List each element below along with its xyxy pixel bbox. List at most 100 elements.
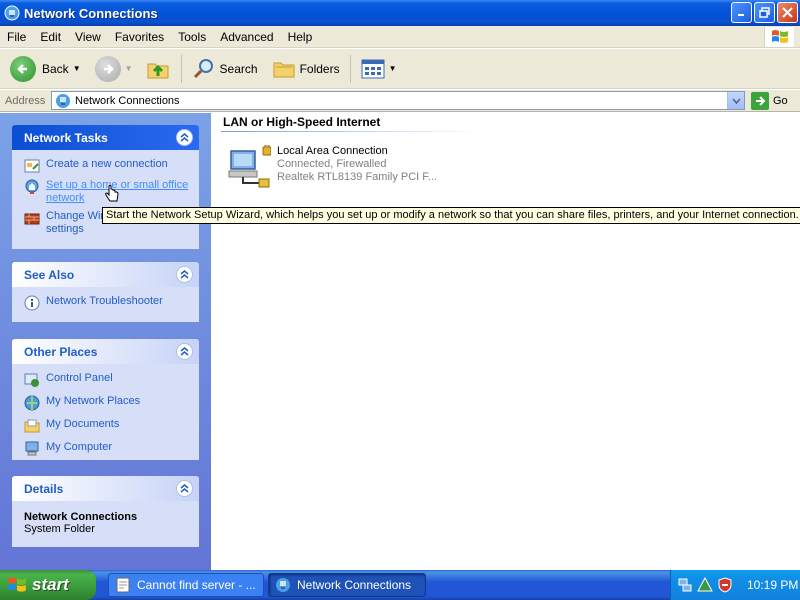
- chevron-down-icon: [731, 98, 741, 104]
- home-network-icon: [25, 179, 39, 194]
- details-header[interactable]: Details: [12, 476, 199, 501]
- back-button[interactable]: Back ▼: [6, 55, 85, 82]
- menu-tools[interactable]: Tools: [171, 30, 213, 44]
- group-header: LAN or High-Speed Internet: [223, 115, 381, 129]
- network-tasks-header[interactable]: Network Tasks: [12, 125, 199, 150]
- place-my-network-places[interactable]: My Network Places: [24, 395, 191, 411]
- network-connections-icon: [4, 5, 20, 21]
- folders-button[interactable]: Folders: [268, 58, 344, 80]
- other-places-panel: Other Places Control Panel My Network Pl…: [12, 339, 199, 460]
- place-my-documents[interactable]: My Documents: [24, 418, 191, 434]
- hand-cursor-icon: [105, 185, 119, 202]
- place-control-panel[interactable]: Control Panel: [24, 372, 191, 388]
- restore-icon: [759, 7, 770, 18]
- task-create-connection[interactable]: Create a new connection: [24, 158, 191, 174]
- taskbar-button-label: Cannot find server - ...: [137, 578, 256, 592]
- search-label: Search: [219, 61, 258, 76]
- chevron-up-double-icon: [180, 347, 189, 356]
- task-label: Network Troubleshooter: [46, 295, 163, 307]
- views-dropdown-icon[interactable]: ▼: [389, 64, 397, 73]
- menu-favorites[interactable]: Favorites: [108, 30, 171, 44]
- new-connection-icon: [24, 159, 40, 173]
- place-label: My Computer: [46, 441, 113, 453]
- search-button[interactable]: Search: [188, 57, 262, 81]
- place-label: Control Panel: [46, 372, 113, 384]
- standard-toolbar: Back ▼ ▼ Search Folders ▼: [0, 49, 800, 89]
- menu-edit[interactable]: Edit: [33, 30, 68, 44]
- taskbar-button-label: Network Connections: [297, 578, 412, 592]
- toolbar-separator: [349, 54, 351, 83]
- task-network-troubleshooter[interactable]: Network Troubleshooter: [24, 295, 191, 311]
- menu-view[interactable]: View: [68, 30, 108, 44]
- see-also-panel: See Also Network Troubleshooter: [12, 262, 199, 322]
- network-connections-icon: [56, 93, 70, 108]
- views-button[interactable]: ▼: [357, 59, 401, 79]
- document-error-icon: [116, 577, 130, 593]
- address-input[interactable]: Network Connections: [51, 91, 745, 110]
- local-area-connection-item[interactable]: Local Area Connection Connected, Firewal…: [225, 145, 437, 191]
- address-dropdown-button[interactable]: [727, 92, 744, 109]
- network-tray-icon[interactable]: [677, 577, 693, 593]
- other-places-title: Other Places: [24, 344, 98, 359]
- forward-dropdown-icon[interactable]: ▼: [125, 64, 133, 73]
- up-folder-button[interactable]: [141, 56, 175, 82]
- collapse-see-also-button[interactable]: [176, 266, 193, 283]
- other-places-header[interactable]: Other Places: [12, 339, 199, 364]
- taskbar-button-network-connections[interactable]: Network Connections: [268, 573, 426, 597]
- close-icon: [782, 7, 793, 18]
- menu-help[interactable]: Help: [281, 30, 320, 44]
- firewall-icon: [24, 213, 40, 225]
- up-folder-icon: [147, 63, 169, 78]
- place-label: My Documents: [46, 418, 120, 430]
- windows-logo: [764, 27, 794, 47]
- details-title: Details: [24, 481, 64, 496]
- connection-status: Connected, Firewalled: [277, 158, 387, 170]
- taskbar: start Cannot find server - ... Network C…: [0, 570, 800, 600]
- task-pane: Network Tasks Create a new connection Se…: [0, 113, 211, 570]
- toolbar-separator: [180, 54, 182, 83]
- group-divider: [221, 131, 481, 132]
- collapse-network-tasks-button[interactable]: [176, 129, 193, 146]
- collapse-details-button[interactable]: [176, 480, 193, 497]
- place-label: My Network Places: [46, 395, 141, 407]
- menu-advanced[interactable]: Advanced: [213, 30, 280, 44]
- window-title: Network Connections: [24, 5, 158, 21]
- folders-icon: [273, 62, 295, 77]
- forward-button[interactable]: ▼: [91, 55, 137, 82]
- connection-name: Local Area Connection: [277, 145, 388, 157]
- file-view: LAN or High-Speed Internet Local Area Co…: [211, 113, 800, 570]
- back-arrow-icon: [10, 55, 36, 82]
- address-bar: Address Network Connections Go: [0, 90, 800, 112]
- folders-label: Folders: [299, 61, 340, 76]
- network-connections-icon: [276, 578, 290, 592]
- minimize-button[interactable]: [731, 2, 752, 23]
- windows-flag-icon: [771, 30, 788, 43]
- go-arrow-icon: [751, 91, 769, 110]
- clock: 10:19 PM: [747, 578, 799, 592]
- connection-device: Realtek RTL8139 Family PCI F...: [277, 171, 437, 183]
- chevron-up-double-icon: [180, 270, 189, 279]
- chevron-up-double-icon: [180, 133, 189, 142]
- lan-connection-icon: [228, 145, 271, 188]
- place-my-computer[interactable]: My Computer: [24, 441, 191, 457]
- info-icon: [24, 295, 40, 311]
- start-button[interactable]: start: [0, 570, 96, 600]
- close-button[interactable]: [777, 2, 798, 23]
- taskbar-button-browser[interactable]: Cannot find server - ...: [108, 573, 264, 597]
- tooltip: Start the Network Setup Wizard, which he…: [102, 207, 800, 224]
- documents-icon: [24, 419, 40, 433]
- collapse-other-places-button[interactable]: [176, 343, 193, 360]
- maximize-button[interactable]: [754, 2, 775, 23]
- back-dropdown-icon[interactable]: ▼: [73, 64, 81, 73]
- shield-icon[interactable]: [717, 577, 733, 593]
- chevron-up-double-icon: [180, 484, 189, 493]
- start-label: start: [32, 575, 69, 594]
- windows-flag-icon: [8, 577, 26, 592]
- go-button[interactable]: Go: [751, 91, 788, 110]
- network-tasks-title: Network Tasks: [24, 130, 108, 145]
- security-alert-icon[interactable]: [697, 577, 713, 593]
- menu-file[interactable]: File: [0, 30, 33, 44]
- see-also-header[interactable]: See Also: [12, 262, 199, 287]
- title-bar[interactable]: Network Connections: [0, 0, 800, 26]
- network-places-icon: [24, 395, 40, 411]
